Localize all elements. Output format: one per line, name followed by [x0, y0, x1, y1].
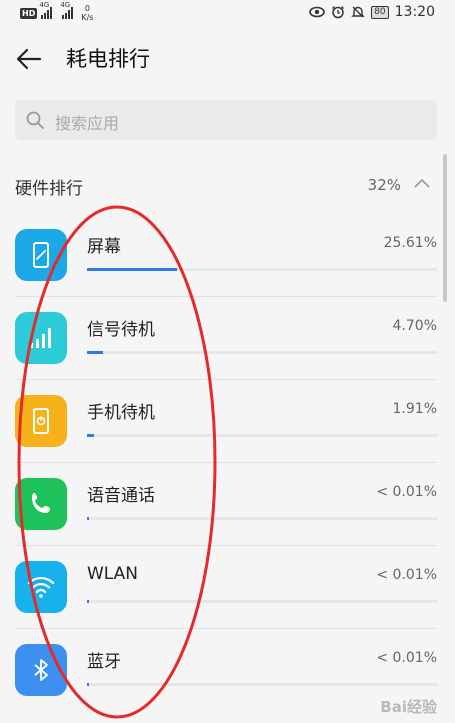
section-title: 硬件排行: [15, 179, 83, 199]
list-item[interactable]: 屏幕 25.61%: [0, 214, 455, 297]
page-title: 耗电排行: [66, 47, 150, 71]
phone-call-icon: [15, 478, 67, 530]
app-bar: 耗电排行: [0, 26, 455, 90]
signal-strength-icon: 4G: [39, 2, 53, 19]
status-bar: HD 4G 4G 0 K/s 80 13:20: [0, 0, 455, 26]
phone-standby-icon: [15, 395, 67, 447]
watermark: Bai经验: [380, 698, 437, 716]
list-item[interactable]: 语音通话 < 0.01%: [0, 463, 455, 546]
usage-bar-fill: [87, 683, 90, 686]
list-item[interactable]: 手机待机 1.91%: [0, 380, 455, 463]
alarm-icon: [332, 6, 345, 19]
search-input[interactable]: 搜索应用: [15, 100, 437, 140]
wifi-icon: [15, 561, 67, 613]
usage-bar: [87, 683, 437, 686]
usage-bar-fill: [87, 517, 90, 520]
chevron-up-icon[interactable]: [413, 177, 431, 189]
usage-bar-fill: [87, 434, 94, 437]
hd-indicator: HD: [20, 7, 38, 19]
usage-bar-fill: [87, 351, 104, 354]
arrow-left-icon[interactable]: [14, 44, 44, 74]
item-percent: 1.91%: [392, 401, 437, 417]
usage-bar-fill: [87, 600, 90, 603]
item-name: 语音通话: [87, 486, 155, 506]
network-speed: 0 K/s: [81, 4, 94, 22]
search-placeholder: 搜索应用: [55, 114, 120, 133]
signal-strength-icon-2: 4G: [60, 2, 74, 19]
bluetooth-icon: [15, 644, 67, 696]
item-name: 屏幕: [87, 237, 121, 257]
item-percent: 25.61%: [383, 235, 437, 251]
eye-comfort-icon: [309, 6, 325, 18]
list-item[interactable]: 信号待机 4.70%: [0, 297, 455, 380]
usage-bar: [87, 268, 437, 271]
scrollbar[interactable]: [443, 154, 447, 302]
list-item[interactable]: WLAN < 0.01%: [0, 546, 455, 629]
screen-icon: [15, 229, 67, 281]
section-percent: 32%: [367, 176, 401, 194]
battery-icon: 80: [371, 5, 389, 19]
mute-icon: [351, 6, 365, 18]
item-percent: < 0.01%: [376, 484, 437, 500]
search-icon: [26, 111, 44, 129]
item-name: WLAN: [87, 564, 139, 584]
clock: 13:20: [394, 4, 435, 20]
item-name: 信号待机: [87, 320, 155, 340]
usage-bar: [87, 351, 437, 354]
hardware-ranking-header[interactable]: 硬件排行 32%: [15, 168, 437, 202]
item-percent: 4.70%: [392, 318, 437, 334]
item-percent: < 0.01%: [376, 567, 437, 583]
signal-icon: [15, 312, 67, 364]
usage-bar-fill: [87, 268, 177, 271]
item-name: 手机待机: [87, 403, 155, 423]
item-name: 蓝牙: [87, 652, 121, 672]
usage-bar: [87, 600, 437, 603]
hardware-list: 屏幕 25.61% 信号待机 4.70% 手机待机 1.91% 语音通话 < 0…: [0, 214, 455, 712]
usage-bar: [87, 434, 437, 437]
usage-bar: [87, 517, 437, 520]
item-percent: < 0.01%: [376, 650, 437, 666]
